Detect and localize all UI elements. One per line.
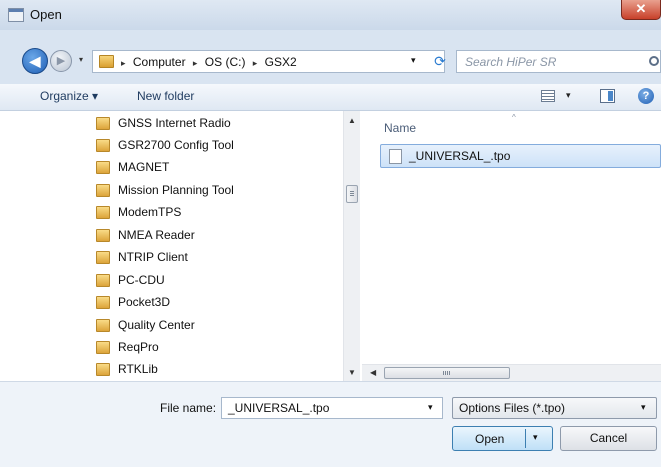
search-input[interactable]: Search HiPer SR <box>456 50 661 73</box>
file-name: _UNIVERSAL_.tpo <box>409 149 511 163</box>
folder-icon <box>99 55 114 68</box>
forward-button[interactable]: ▶ <box>50 50 72 72</box>
refresh-icon[interactable]: ⟳ <box>430 52 450 70</box>
breadcrumb-separator-icon: ▸ <box>121 58 126 68</box>
folder-icon <box>96 341 110 354</box>
file-name-value: _UNIVERSAL_.tpo <box>228 401 330 415</box>
dialog-footer: File name: _UNIVERSAL_.tpo ▾ Options Fil… <box>0 381 661 467</box>
title-bar: Open ✕ <box>0 0 661 30</box>
address-dropdown-icon[interactable]: ▾ <box>411 55 416 66</box>
file-type-select[interactable]: Options Files (*.tpo) ▾ <box>452 397 657 419</box>
nav-item-label: Pocket3D <box>118 295 171 309</box>
open-button[interactable]: Open ▾ <box>452 426 553 451</box>
folder-icon <box>96 296 110 309</box>
open-dropdown-icon[interactable]: ▾ <box>533 432 538 443</box>
content-area: GNSS Internet Radio GSR2700 Config Tool … <box>0 111 661 381</box>
folder-icon <box>96 206 110 219</box>
breadcrumb-separator-icon[interactable]: ▸ <box>253 58 258 68</box>
nav-item-label: GNSS Internet Radio <box>118 116 231 130</box>
folder-icon <box>96 184 110 197</box>
scrollbar-thumb[interactable] <box>384 367 510 379</box>
breadcrumb-item-gsx2[interactable]: GSX2 <box>265 55 297 69</box>
nav-item-label: PC-CDU <box>118 273 165 287</box>
nav-item-label: GSR2700 Config Tool <box>118 138 234 152</box>
file-icon <box>389 149 402 164</box>
scroll-left-icon[interactable]: ◀ <box>370 368 376 377</box>
back-button[interactable]: ◀ <box>22 48 48 74</box>
cancel-button[interactable]: Cancel <box>560 426 657 451</box>
search-icon[interactable] <box>649 56 659 66</box>
toolbar: Organize ▾ New folder ▾ ? <box>0 84 661 111</box>
address-bar[interactable]: ▸ Computer ▸ OS (C:) ▸ GSX2 ▾ <box>92 50 445 73</box>
file-row-universal-tpo[interactable]: _UNIVERSAL_.tpo <box>380 144 661 168</box>
folder-icon <box>96 274 110 287</box>
breadcrumb: ▸ Computer ▸ OS (C:) ▸ GSX2 <box>121 55 301 69</box>
scroll-up-icon[interactable]: ▲ <box>348 116 356 125</box>
window-icon <box>8 8 24 22</box>
file-list-scrollbar[interactable]: ◀ <box>362 364 661 381</box>
file-list: Name ^ _UNIVERSAL_.tpo <box>362 111 661 381</box>
file-name-label: File name: <box>160 401 217 415</box>
folder-icon <box>96 139 110 152</box>
view-dropdown-icon[interactable]: ▾ <box>566 90 571 101</box>
folder-icon <box>96 161 110 174</box>
nav-item-label: NTRIP Client <box>118 250 188 264</box>
sort-ascending-icon: ^ <box>512 113 516 122</box>
nav-item-label: Mission Planning Tool <box>118 183 234 197</box>
nav-item-label: MAGNET <box>118 160 170 174</box>
folder-icon <box>96 117 110 130</box>
file-type-dropdown-icon[interactable]: ▾ <box>641 402 646 413</box>
preview-pane-icon[interactable] <box>600 89 615 103</box>
navigation-pane: GNSS Internet Radio GSR2700 Config Tool … <box>0 111 343 381</box>
folder-icon <box>96 229 110 242</box>
nav-item-label: RTKLib <box>118 362 158 376</box>
scrollbar-thumb[interactable] <box>346 185 358 203</box>
search-placeholder: Search HiPer SR <box>465 55 557 69</box>
file-name-input[interactable]: _UNIVERSAL_.tpo ▾ <box>221 397 443 419</box>
open-button-divider <box>525 429 526 448</box>
open-dialog: Open ✕ ◀ ▶ ▾ ▸ Computer ▸ OS (C:) ▸ GSX2… <box>0 0 661 467</box>
column-header-name[interactable]: Name <box>384 121 416 135</box>
file-type-value: Options Files (*.tpo) <box>459 401 566 415</box>
breadcrumb-item-os-c[interactable]: OS (C:) <box>205 55 246 69</box>
breadcrumb-item-computer[interactable]: Computer <box>133 55 186 69</box>
recent-locations-dropdown-icon[interactable]: ▾ <box>75 53 87 67</box>
nav-item-label: Quality Center <box>118 318 195 332</box>
window-title: Open <box>30 7 62 22</box>
nav-item-label: ModemTPS <box>118 205 182 219</box>
nav-pane-scrollbar[interactable]: ▲ ▼ <box>343 111 360 381</box>
nav-item-label: ReqPro <box>118 340 159 354</box>
folder-icon <box>96 363 110 376</box>
close-button[interactable]: ✕ <box>621 0 661 20</box>
scroll-down-icon[interactable]: ▼ <box>348 368 356 377</box>
folder-icon <box>96 251 110 264</box>
breadcrumb-separator-icon[interactable]: ▸ <box>193 58 198 68</box>
organize-button[interactable]: Organize ▾ <box>40 89 98 103</box>
nav-item-label: NMEA Reader <box>118 228 195 242</box>
new-folder-button[interactable]: New folder <box>137 89 194 103</box>
open-button-label: Open <box>475 432 505 446</box>
view-options-icon[interactable] <box>541 90 555 102</box>
folder-icon <box>96 319 110 332</box>
help-icon[interactable]: ? <box>638 88 654 104</box>
file-name-dropdown-icon[interactable]: ▾ <box>428 402 433 413</box>
